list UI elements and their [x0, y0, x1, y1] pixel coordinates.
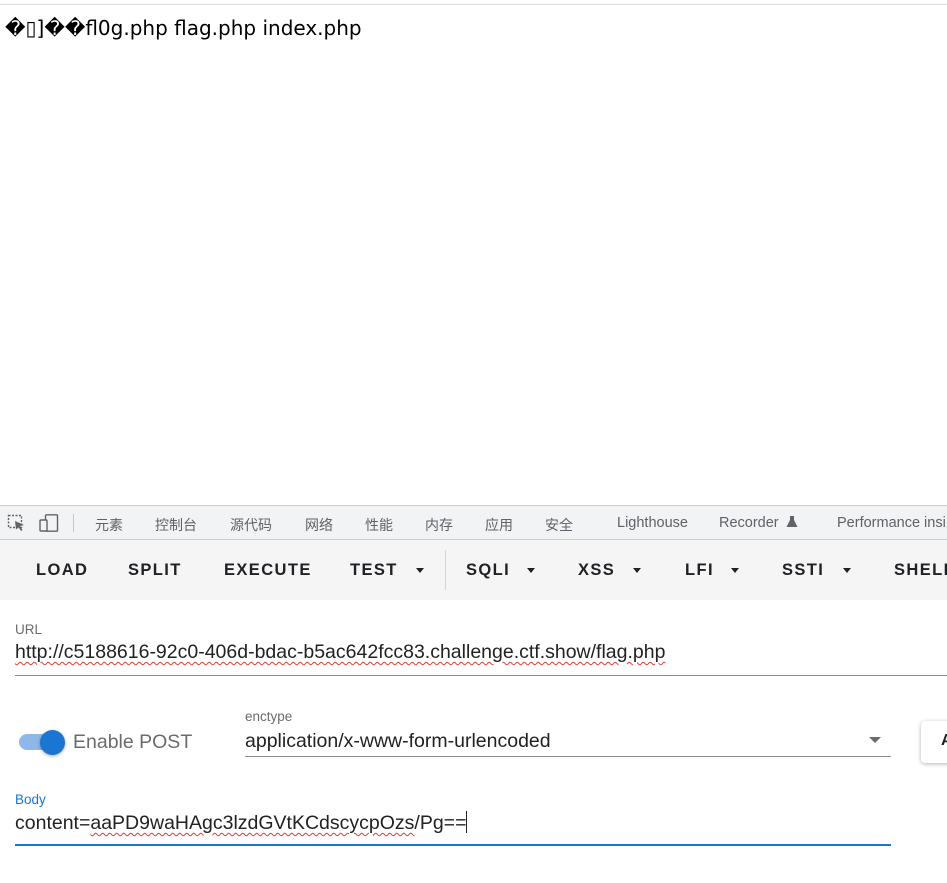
body-payload: aaPD9waHAgc3lzdGVtKCdscycpOzs — [90, 812, 415, 834]
split-button[interactable]: SPLIT — [128, 561, 182, 580]
test-chevron-down-icon — [416, 568, 424, 573]
enctype-dropdown-icon[interactable] — [869, 737, 881, 743]
sqli-menu-button[interactable]: SQLI — [466, 561, 510, 580]
body-underline-focused — [15, 844, 891, 846]
tab-lighthouse[interactable]: Lighthouse — [617, 515, 688, 531]
lfi-menu-button[interactable]: LFI — [685, 561, 714, 580]
body-suffix: /Pg== — [414, 812, 467, 834]
tab-elements[interactable]: 元素 — [95, 515, 123, 535]
enctype-underline — [245, 756, 891, 757]
execute-button[interactable]: EXECUTE — [224, 561, 312, 580]
enable-post-toggle-knob[interactable] — [40, 730, 65, 755]
ssti-chevron-down-icon — [843, 568, 851, 573]
add-header-button[interactable]: A — [921, 721, 947, 763]
tab-performance-insights[interactable]: Performance insi — [837, 515, 946, 531]
devtools-tab-bar: 元素 控制台 源代码 网络 性能 内存 应用 安全 Lighthouse Rec… — [0, 505, 947, 540]
enctype-label: enctype — [245, 709, 293, 724]
toolbar-divider — [445, 550, 446, 590]
tab-sources[interactable]: 源代码 — [230, 515, 272, 535]
tab-console[interactable]: 控制台 — [155, 515, 197, 535]
lfi-chevron-down-icon — [731, 568, 739, 573]
top-divider — [0, 4, 947, 5]
tab-application[interactable]: 应用 — [485, 515, 513, 535]
xss-chevron-down-icon — [633, 568, 641, 573]
tab-security[interactable]: 安全 — [545, 515, 573, 535]
body-input[interactable]: content=aaPD9waHAgc3lzdGVtKCdscycpOzs/Pg… — [15, 811, 468, 835]
test-menu-button[interactable]: TEST — [350, 561, 398, 580]
load-button[interactable]: LOAD — [36, 561, 88, 580]
text-cursor — [466, 811, 468, 833]
tab-memory[interactable]: 内存 — [425, 515, 453, 535]
xss-menu-button[interactable]: XSS — [578, 561, 615, 580]
enctype-select[interactable]: application/x-www-form-urlencoded — [245, 730, 551, 753]
devtools-separator — [73, 514, 74, 532]
inspect-element-icon[interactable] — [7, 514, 27, 532]
tab-recorder[interactable]: Recorder — [719, 515, 798, 531]
shell-menu-button[interactable]: SHELL — [894, 561, 947, 580]
body-label: Body — [15, 792, 46, 807]
hackbar-toolbar: LOAD SPLIT EXECUTE TEST SQLI XSS LFI SST… — [0, 540, 947, 600]
url-input[interactable]: http://c5188616-92c0-406d-bdac-b5ac642fc… — [15, 641, 665, 664]
url-label: URL — [15, 622, 43, 637]
body-prefix: content= — [15, 812, 91, 834]
tab-performance[interactable]: 性能 — [365, 515, 393, 535]
url-underline — [15, 675, 947, 676]
device-toolbar-icon[interactable] — [39, 514, 59, 532]
tab-network[interactable]: 网络 — [305, 515, 333, 535]
enable-post-label: Enable POST — [73, 731, 193, 753]
sqli-chevron-down-icon — [527, 568, 535, 573]
add-header-button-label: A — [941, 732, 947, 749]
ssti-menu-button[interactable]: SSTI — [782, 561, 824, 580]
flask-icon — [786, 516, 798, 527]
page-output-text: �▯]��fl0g.php flag.php index.php — [5, 16, 362, 40]
tab-recorder-label: Recorder — [719, 515, 779, 531]
